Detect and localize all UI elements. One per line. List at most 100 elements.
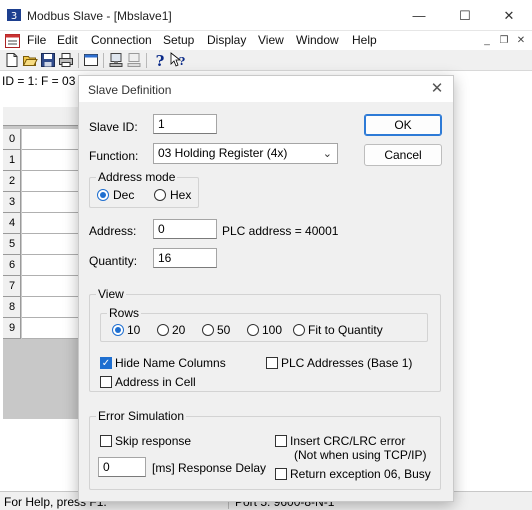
dec-radio[interactable] [97, 189, 109, 201]
rows-10-label: 10 [127, 323, 141, 337]
row-number: 7 [3, 276, 21, 297]
return-exception-label: Return exception 06, Busy [290, 467, 431, 481]
view-group-title: View [96, 287, 126, 301]
modbus-app-icon: 3 [7, 9, 21, 22]
address-input[interactable]: 0 [153, 219, 217, 239]
register-cell[interactable] [22, 276, 80, 297]
menu-window[interactable]: Window [296, 33, 339, 47]
register-cell[interactable] [22, 255, 80, 276]
row-number: 5 [3, 234, 21, 255]
rows-50-radio[interactable] [202, 324, 214, 336]
register-cell[interactable] [22, 318, 80, 339]
address-in-cell-checkbox[interactable] [100, 376, 112, 388]
help-icon[interactable]: ? [152, 52, 168, 68]
dec-radio-label: Dec [113, 188, 135, 202]
rows-fit-radio[interactable] [293, 324, 305, 336]
dialog-close-icon[interactable]: ✕ [428, 80, 446, 98]
address-label: Address: [89, 224, 137, 238]
register-cell[interactable] [22, 150, 80, 171]
register-grid: 0 1 2 3 4 5 6 7 8 9 [3, 107, 80, 419]
row-number: 3 [3, 192, 21, 213]
menu-display[interactable]: Display [207, 33, 246, 47]
error-simulation-group: Error Simulation Skip response Insert CR… [89, 409, 441, 490]
row-number: 8 [3, 297, 21, 318]
register-cell[interactable] [22, 129, 80, 150]
rows-20-label: 20 [172, 323, 186, 337]
view-group: View Rows 10 20 50 100 Fit to Quantity ✓… [89, 287, 441, 392]
plc-address-text: PLC address = 40001 [222, 224, 339, 238]
menu-edit[interactable]: Edit [57, 33, 78, 47]
insert-crc-label: Insert CRC/LRC error [290, 434, 406, 448]
quantity-input[interactable]: 16 [153, 248, 217, 268]
connect-icon[interactable] [108, 52, 124, 68]
register-cell[interactable] [22, 234, 80, 255]
insert-crc-checkbox[interactable] [275, 435, 287, 447]
address-mode-group: Address mode Dec Hex [89, 170, 199, 208]
hide-name-columns-checkbox[interactable]: ✓ [100, 357, 112, 369]
rows-10-radio[interactable] [112, 324, 124, 336]
new-icon[interactable] [4, 52, 20, 68]
document-icon[interactable] [5, 34, 20, 48]
response-delay-input[interactable]: 0 [98, 457, 146, 477]
hex-radio[interactable] [154, 189, 166, 201]
chevron-down-icon: ⌄ [322, 148, 332, 160]
mdi-minimize-button[interactable]: _ [480, 35, 494, 47]
error-simulation-title: Error Simulation [96, 409, 187, 423]
row-number: 2 [3, 171, 21, 192]
rows-group-title: Rows [107, 306, 142, 320]
window-icon[interactable] [83, 52, 99, 68]
toolbar: ? ? [0, 50, 532, 71]
register-cell[interactable] [22, 192, 80, 213]
close-button[interactable]: ✕ [486, 0, 532, 31]
quantity-label: Quantity: [89, 254, 138, 268]
svg-text:?: ? [156, 52, 165, 68]
row-number: 1 [3, 150, 21, 171]
menu-setup[interactable]: Setup [163, 33, 194, 47]
svg-text:3: 3 [11, 11, 17, 22]
mdi-close-button[interactable]: ✕ [514, 35, 528, 47]
skip-response-checkbox[interactable] [100, 435, 112, 447]
row-number: 9 [3, 318, 21, 339]
function-select[interactable]: 03 Holding Register (4x) ⌄ [153, 143, 338, 164]
row-number: 0 [3, 129, 21, 150]
disconnect-icon[interactable] [126, 52, 142, 68]
rows-100-radio[interactable] [247, 324, 259, 336]
response-delay-label: [ms] Response Delay [152, 461, 267, 475]
return-exception-checkbox[interactable] [275, 468, 287, 480]
register-cell[interactable] [22, 171, 80, 192]
print-icon[interactable] [58, 52, 74, 68]
slave-definition-dialog: Slave Definition ✕ Slave ID: 1 OK Cancel… [78, 75, 454, 502]
address-in-cell-label: Address in Cell [115, 375, 196, 389]
slave-id-label: Slave ID: [89, 120, 138, 134]
toolbar-separator [78, 53, 79, 68]
toolbar-separator [146, 53, 147, 68]
register-cell[interactable] [22, 213, 80, 234]
dialog-title: Slave Definition [88, 83, 172, 97]
row-number: 4 [3, 213, 21, 234]
svg-text:?: ? [179, 55, 185, 68]
toolbar-separator [103, 53, 104, 68]
register-cell[interactable] [22, 297, 80, 318]
maximize-button[interactable]: ☐ [442, 0, 488, 31]
menu-bar: File Edit Connection Setup Display View … [0, 31, 532, 50]
mdi-restore-button[interactable]: ❐ [497, 35, 511, 47]
skip-response-label: Skip response [115, 434, 192, 448]
function-select-value: 03 Holding Register (4x) [158, 146, 288, 160]
open-icon[interactable] [22, 52, 38, 68]
save-icon[interactable] [40, 52, 56, 68]
slave-id-input[interactable]: 1 [153, 114, 217, 134]
menu-connection[interactable]: Connection [91, 33, 152, 47]
menu-file[interactable]: File [27, 33, 46, 47]
menu-view[interactable]: View [258, 33, 284, 47]
menu-help[interactable]: Help [352, 33, 377, 47]
rows-20-radio[interactable] [157, 324, 169, 336]
hide-name-columns-label: Hide Name Columns [115, 356, 226, 370]
slave-info-line: ID = 1: F = 03 [2, 74, 76, 88]
window-title: Modbus Slave - [Mbslave1] [27, 9, 172, 23]
whats-this-icon[interactable]: ? [170, 52, 186, 68]
cancel-button[interactable]: Cancel [364, 144, 442, 166]
plc-addresses-checkbox[interactable] [266, 357, 278, 369]
ok-button[interactable]: OK [364, 114, 442, 136]
function-label: Function: [89, 149, 139, 163]
minimize-button[interactable]: — [396, 0, 442, 31]
